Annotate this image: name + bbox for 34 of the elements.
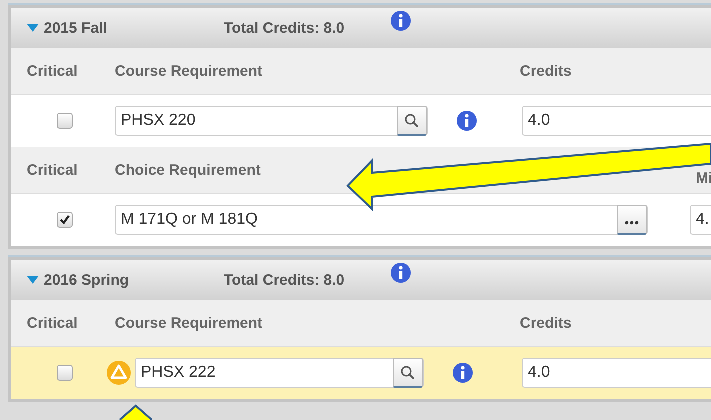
credits-field[interactable]: 4.0: [522, 106, 711, 136]
info-icon[interactable]: [390, 263, 411, 283]
info-icon[interactable]: [390, 11, 411, 31]
column-header: Critical: [26, 62, 79, 80]
column-header: Choice Requirement: [115, 162, 262, 178]
credits-field[interactable]: 4.: [690, 205, 711, 235]
critical-checkbox[interactable]: [57, 212, 73, 228]
total-credits: Total Credits: 8.0: [224, 20, 345, 36]
column-header: Course Requirement: [115, 62, 264, 80]
more-button[interactable]: [617, 205, 647, 235]
column-header: Course Requirement: [115, 314, 264, 332]
column-header: Critical: [26, 162, 79, 178]
critical-checkbox[interactable]: [57, 365, 73, 381]
requirement-field[interactable]: PHSX 222: [135, 358, 424, 388]
requirement-field[interactable]: M 171Q or M 181Q: [115, 205, 648, 235]
ellipsis-icon: [625, 220, 639, 224]
column-header: Critical: [26, 314, 79, 332]
expand-triangle-icon[interactable]: [27, 276, 39, 284]
search-icon: [404, 112, 420, 128]
term-title[interactable]: 2015 Fall: [44, 20, 224, 36]
requirement-field[interactable]: PHSX 220: [115, 106, 428, 136]
term-title[interactable]: 2016 Spring: [44, 272, 224, 288]
expand-triangle-icon[interactable]: [27, 24, 39, 32]
callout-arrow: [119, 404, 153, 420]
search-button[interactable]: [397, 106, 427, 136]
search-icon: [400, 364, 416, 380]
total-credits: Total Credits: 8.0: [224, 272, 345, 288]
column-header: Credits: [519, 62, 573, 80]
search-button[interactable]: [393, 358, 423, 388]
credits-field[interactable]: 4.0: [522, 358, 711, 388]
column-header: Credits: [519, 314, 573, 332]
info-icon[interactable]: [457, 111, 477, 131]
critical-checkbox[interactable]: [57, 113, 73, 129]
info-icon[interactable]: [453, 363, 473, 383]
